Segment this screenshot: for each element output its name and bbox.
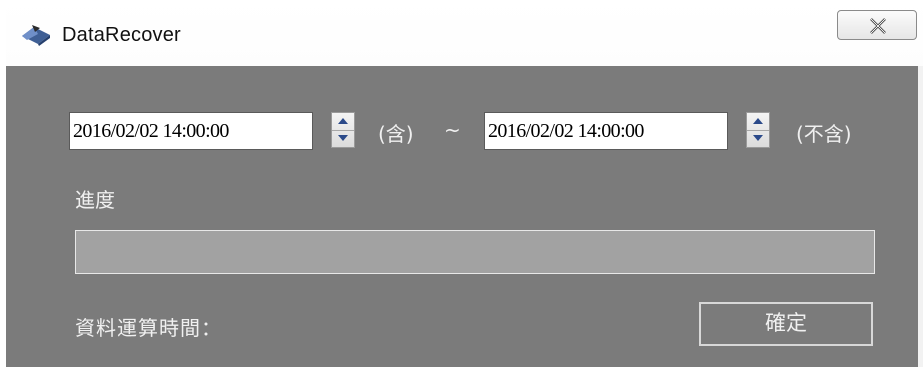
arrow-up-icon [753, 118, 763, 124]
window-frame-edge [918, 66, 923, 367]
datarecover-app-icon [20, 24, 52, 46]
start-inclusive-label: (含) [378, 122, 414, 146]
end-exclusive-label: (不含) [796, 122, 852, 146]
start-datetime-spinner[interactable] [331, 112, 355, 148]
spin-down-button[interactable] [332, 130, 354, 147]
close-button[interactable] [837, 10, 917, 40]
progress-bar [75, 230, 875, 274]
close-icon [870, 18, 886, 34]
end-datetime-field[interactable]: 2016/02/02 14:00:00 [484, 112, 728, 150]
datarecover-dialog: DataRecover 2016/02/02 14:00:00 (含) ~ 20… [6, 0, 923, 367]
progress-label: 進度 [75, 188, 115, 212]
spin-up-button[interactable] [332, 113, 354, 131]
arrow-up-icon [338, 118, 348, 124]
spin-up-button[interactable] [747, 113, 769, 131]
window-title: DataRecover [62, 24, 181, 46]
title-bar[interactable]: DataRecover [6, 0, 923, 66]
arrow-down-icon [338, 135, 348, 141]
arrow-down-icon [753, 135, 763, 141]
end-datetime-spinner[interactable] [746, 112, 770, 148]
start-datetime-field[interactable]: 2016/02/02 14:00:00 [69, 112, 313, 150]
range-separator: ~ [444, 118, 461, 142]
ok-button[interactable]: 確定 [699, 302, 873, 346]
spin-down-button[interactable] [747, 130, 769, 147]
dialog-body: 2016/02/02 14:00:00 (含) ~ 2016/02/02 14:… [6, 66, 918, 367]
compute-time-label: 資料運算時間： [75, 316, 222, 340]
